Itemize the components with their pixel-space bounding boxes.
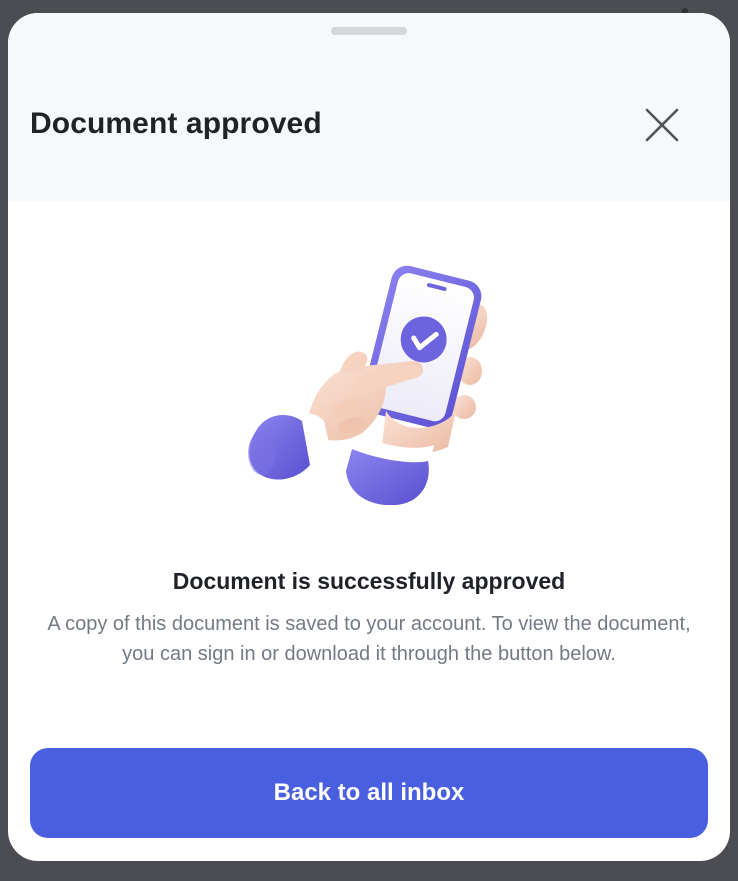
close-icon xyxy=(645,108,679,142)
close-button[interactable] xyxy=(634,97,690,153)
sheet-title: Document approved xyxy=(30,107,322,140)
drag-handle[interactable] xyxy=(331,27,407,35)
message-body: A copy of this document is saved to your… xyxy=(47,613,691,665)
bottom-sheet: Document approved Document is successful… xyxy=(8,13,730,861)
sheet-header: Document approved xyxy=(8,13,730,201)
message-title: Document is successfully approved xyxy=(172,568,566,594)
hand-holding-phone-check-icon xyxy=(248,265,488,505)
back-to-inbox-button[interactable]: Back to all inbox xyxy=(30,748,708,838)
approval-illustration xyxy=(236,261,502,505)
